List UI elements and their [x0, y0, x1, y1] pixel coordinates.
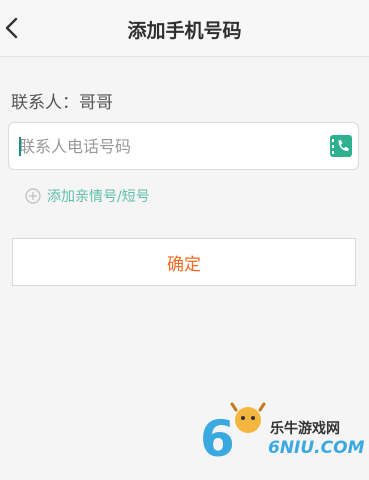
page-title: 添加手机号码: [127, 20, 242, 42]
contact-name-label: 联系人：哥哥: [11, 93, 113, 113]
watermark-domain: 6NIU.COM: [268, 438, 365, 458]
confirm-button[interactable]: 确定: [12, 238, 356, 286]
phone-field-container: [8, 122, 359, 170]
phone-number-input[interactable]: [19, 123, 319, 169]
watermark-brand: 乐牛游戏网: [270, 421, 340, 437]
plus-circle-icon: [25, 188, 41, 204]
add-relative-label: 添加亲情号/短号: [47, 189, 150, 205]
svg-text:6: 6: [200, 410, 235, 466]
text-cursor: [19, 137, 21, 156]
top-bar: 添加手机号码: [0, 0, 369, 57]
contact-book-icon[interactable]: [330, 135, 352, 157]
add-relative-number-link[interactable]: 添加亲情号/短号: [25, 186, 150, 206]
